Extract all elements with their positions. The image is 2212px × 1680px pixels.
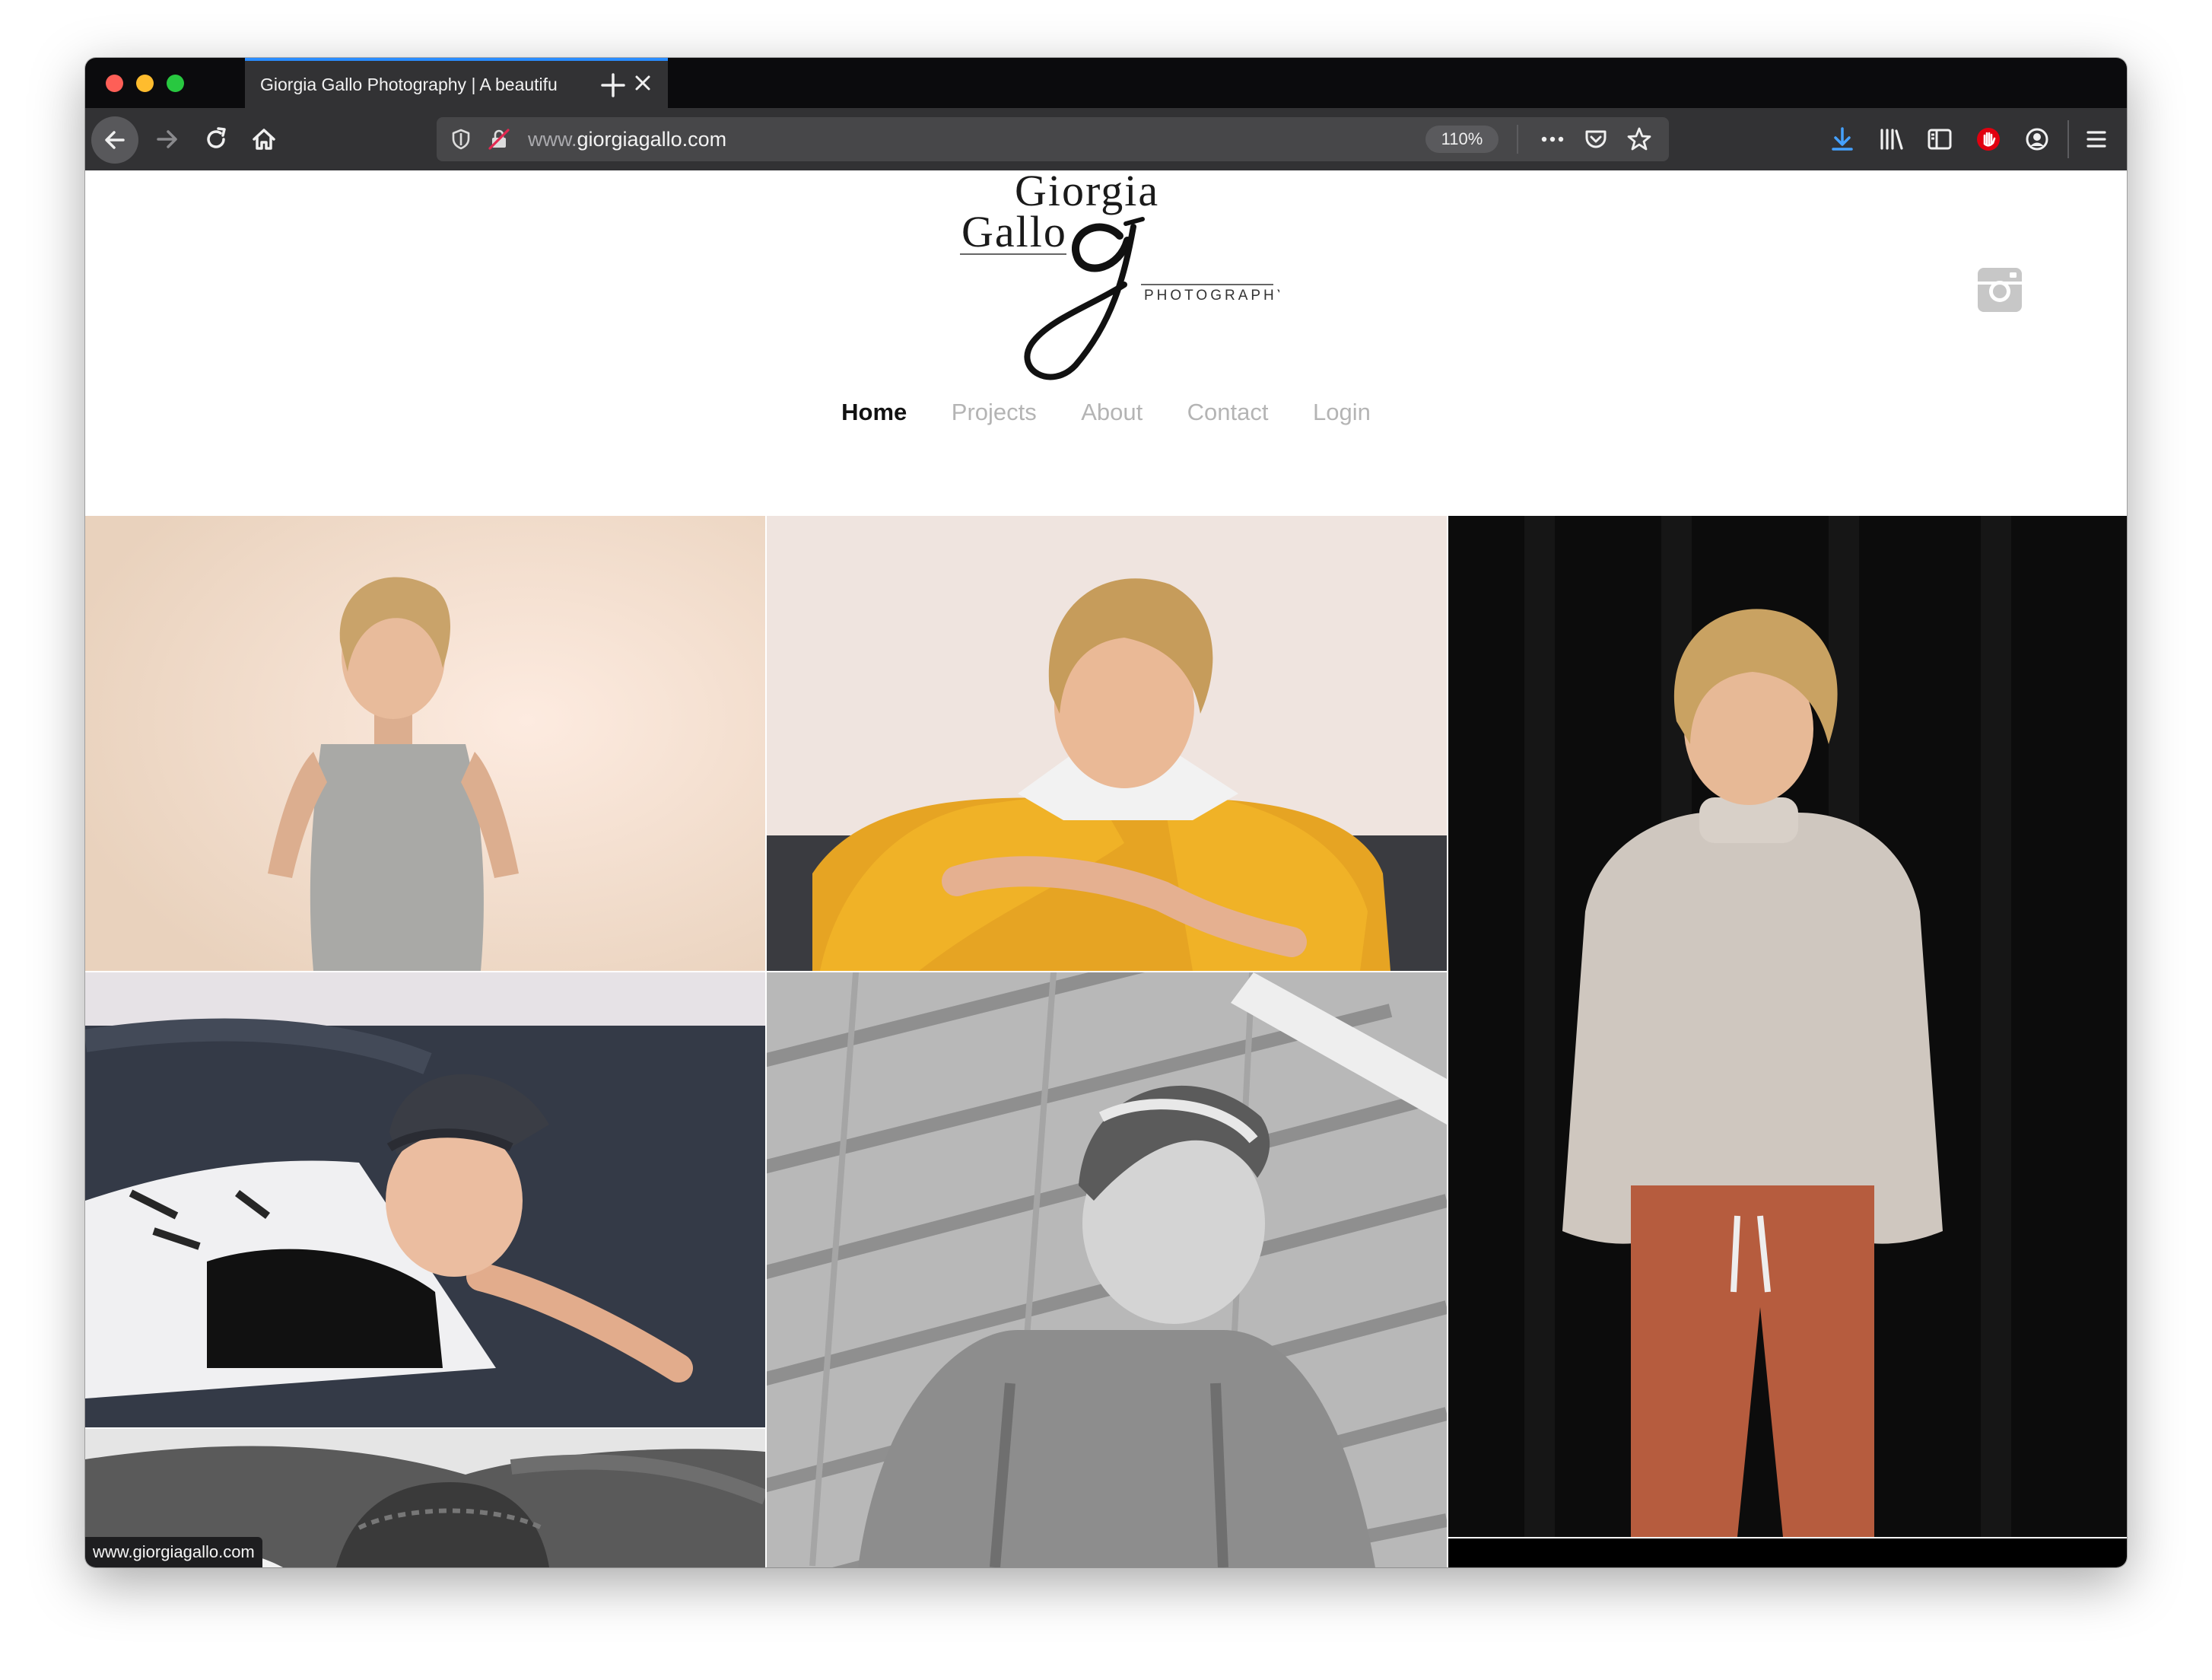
photo-gallery: [85, 516, 2127, 1567]
tab-strip: Giorgia Gallo Photography | A beautiful: [85, 58, 2127, 108]
url-prefix: www.: [528, 128, 577, 151]
instagram-icon[interactable]: [1976, 266, 2023, 313]
photo-dark-tile[interactable]: [1448, 1538, 2127, 1567]
url-text[interactable]: www.giorgiagallo.com: [528, 128, 726, 151]
url-bar[interactable]: www.giorgiagallo.com 110%: [437, 117, 1669, 161]
downloads-icon[interactable]: [1826, 123, 1859, 156]
app-menu-icon[interactable]: [2080, 123, 2113, 156]
photo-boy-cap-sofa[interactable]: [85, 972, 765, 1427]
tab-title: Giorgia Gallo Photography | A beautiful: [260, 75, 558, 94]
tracking-shield-icon[interactable]: [449, 127, 473, 151]
back-arrow-icon: [105, 131, 125, 149]
library-icon[interactable]: [1874, 123, 1908, 156]
minimize-window-button[interactable]: [136, 75, 154, 92]
site-logo[interactable]: Giorgia Gallo PHOTOGRAPHY: [945, 170, 1279, 383]
pocket-icon[interactable]: [1582, 126, 1610, 153]
account-icon[interactable]: [2020, 123, 2054, 156]
photo-boy-turtleneck[interactable]: [1448, 516, 2127, 1537]
photo-boy-yellow-hoodie[interactable]: [767, 516, 1447, 971]
urlbar-divider: [1517, 125, 1518, 154]
nav-about[interactable]: About: [1081, 399, 1143, 426]
navigation-toolbar: www.giorgiagallo.com 110%: [85, 108, 2127, 172]
bookmark-star-icon[interactable]: [1625, 125, 1654, 154]
new-tab-plus-icon[interactable]: [598, 70, 628, 100]
back-button[interactable]: [91, 116, 138, 164]
nav-home[interactable]: Home: [841, 399, 907, 426]
home-icon[interactable]: [247, 123, 281, 156]
status-bar-url: www.giorgiagallo.com: [85, 1537, 262, 1567]
url-domain: giorgiagallo.com: [577, 128, 727, 151]
zoom-level-indicator[interactable]: 110%: [1425, 126, 1499, 153]
browser-window: Giorgia Gallo Photography | A beautiful: [85, 58, 2127, 1567]
photo-boy-grey-tank[interactable]: [85, 516, 765, 971]
nav-login[interactable]: Login: [1313, 399, 1371, 426]
nav-contact[interactable]: Contact: [1187, 399, 1269, 426]
toolbar-divider: [2067, 120, 2069, 158]
forward-arrow-icon[interactable]: [151, 123, 184, 156]
logo-tagline: PHOTOGRAPHY: [1144, 288, 1279, 304]
nav-projects[interactable]: Projects: [952, 399, 1037, 426]
page-actions-more-icon[interactable]: [1538, 126, 1567, 153]
reload-icon[interactable]: [199, 123, 233, 156]
photo-boy-floor-bw[interactable]: [767, 972, 1447, 1567]
zoom-window-button[interactable]: [167, 75, 184, 92]
adblock-stop-icon[interactable]: [1972, 123, 2005, 156]
close-window-button[interactable]: [106, 75, 123, 92]
tab-close-icon[interactable]: [631, 72, 654, 94]
web-page: Giorgia Gallo PHOTOGRAPHY Home Projects …: [85, 170, 2127, 1567]
site-nav: Home Projects About Contact Login: [85, 399, 2127, 426]
logo-line2: Gallo: [961, 207, 1067, 256]
insecure-lock-icon[interactable]: [487, 127, 511, 151]
sidebar-toggle-icon[interactable]: [1923, 123, 1956, 156]
